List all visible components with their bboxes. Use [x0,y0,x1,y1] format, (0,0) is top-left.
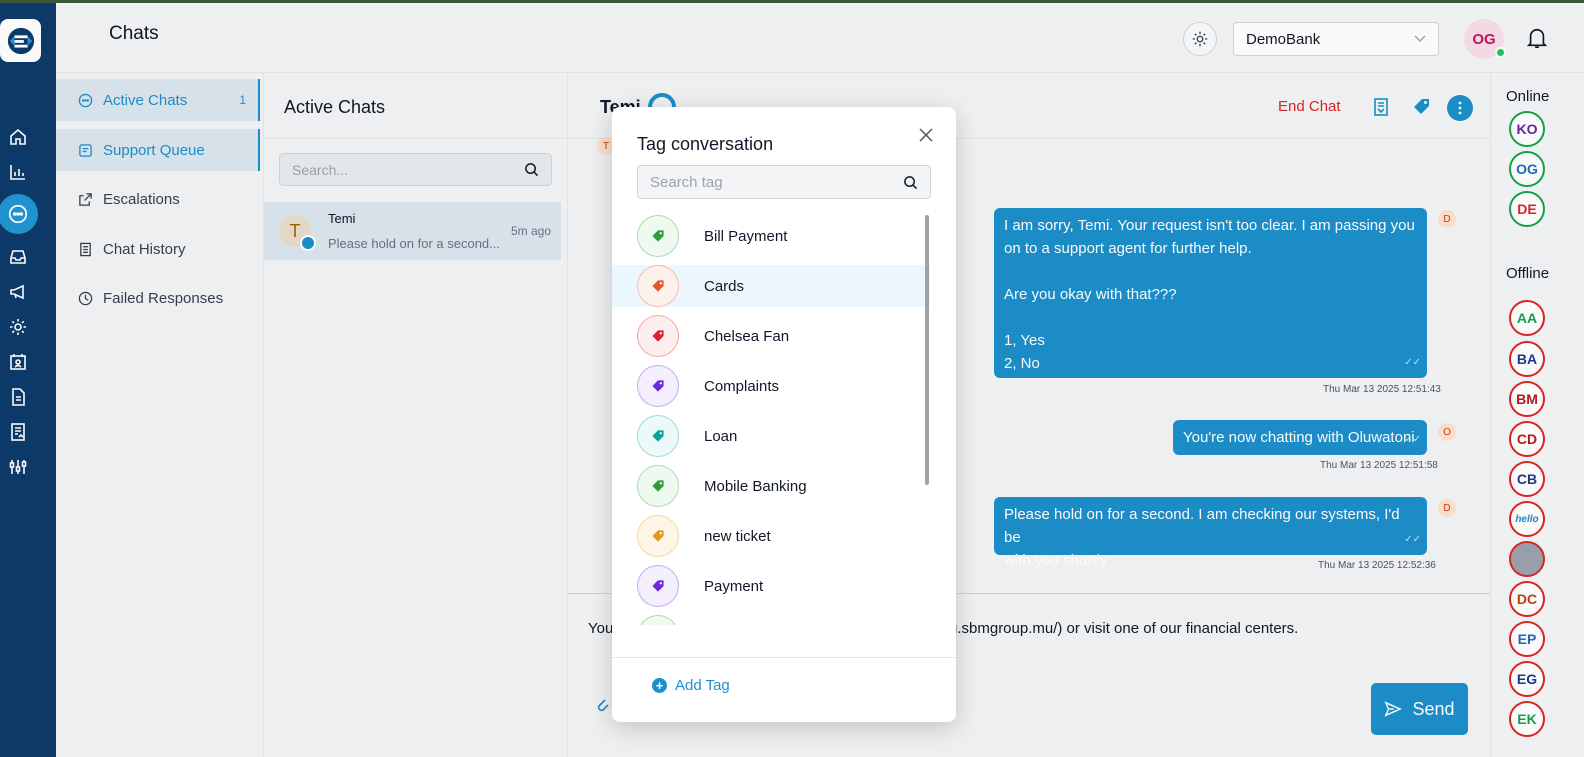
tag-label: Complaints [704,377,780,395]
tag-icon [637,565,679,607]
tag-search-input[interactable]: Search tag [637,165,931,199]
tag-label: Cards [704,277,745,295]
search-icon [904,175,918,189]
tag-option[interactable]: Loan [612,415,930,457]
divider [612,657,956,658]
tag-option[interactable]: new ticket [612,515,930,557]
tag-search-placeholder: Search tag [650,173,723,191]
tag-icon [637,315,679,357]
tag-icon [637,515,679,557]
add-tag-label: Add Tag [675,677,730,694]
tag-option[interactable]: Refund enquirey reset [612,615,930,625]
plus-circle-icon: + [652,678,667,693]
tag-list-scrollbar[interactable] [925,215,929,485]
tag-icon [637,465,679,507]
tag-icon [637,615,679,625]
tag-option[interactable]: Cards [612,265,930,307]
tag-list: Bill Payment Cards Chelsea Fan Complaints Lo… [612,215,930,625]
tag-conversation-modal: Tag conversation Search tag Bill Payment… [612,107,956,722]
tag-option[interactable]: Payment [612,565,930,607]
tag-label: Loan [704,427,738,445]
tag-label: Mobile Banking [704,477,807,495]
tag-option[interactable]: Mobile Banking [612,465,930,507]
tag-icon [637,215,679,257]
tag-option[interactable]: Chelsea Fan [612,315,930,357]
add-tag-button[interactable]: + Add Tag [652,677,730,694]
tag-icon [637,365,679,407]
tag-option[interactable]: Complaints [612,365,930,407]
tag-label: Bill Payment [704,227,788,245]
close-icon[interactable] [918,127,934,143]
modal-title: Tag conversation [637,134,774,154]
tag-label: new ticket [704,527,771,545]
tag-label: Chelsea Fan [704,327,790,345]
tag-label: Payment [704,577,764,595]
tag-option[interactable]: Bill Payment [612,215,930,257]
tag-icon [637,415,679,457]
tag-icon [637,265,679,307]
